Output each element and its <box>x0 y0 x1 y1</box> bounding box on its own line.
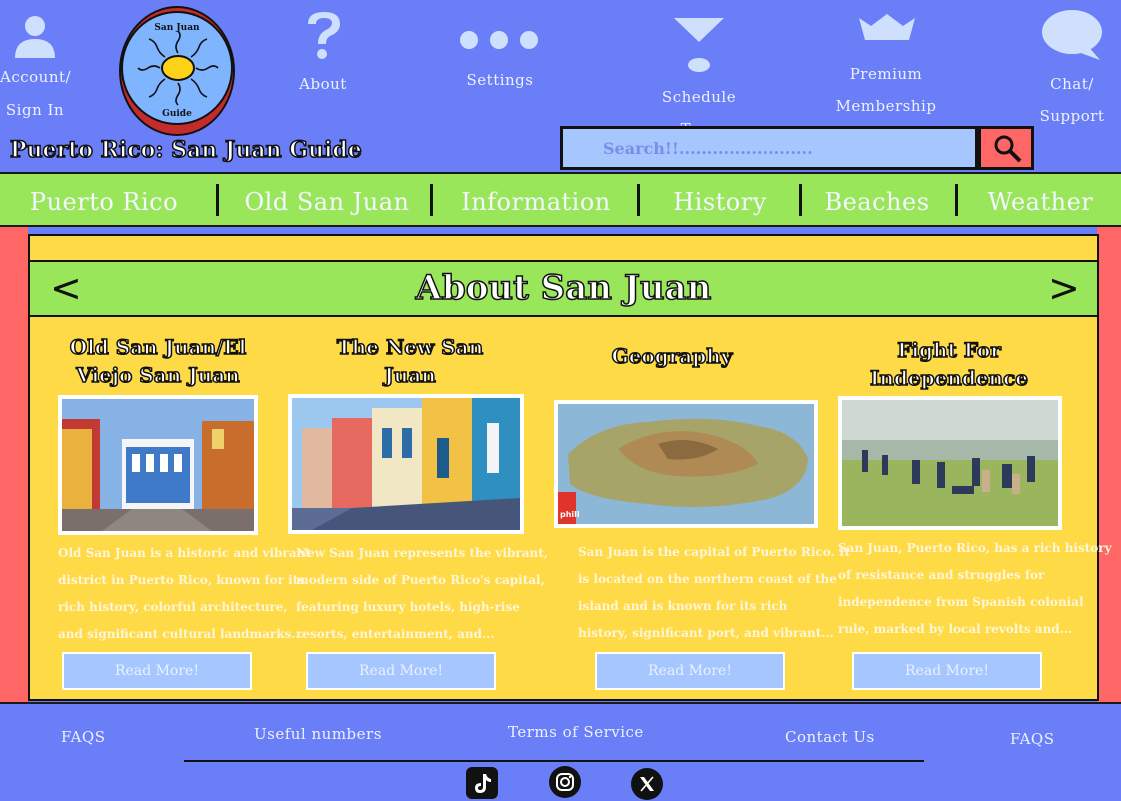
right-side-strip <box>1097 227 1121 702</box>
premium-membership-button[interactable]: Premium Membership <box>830 12 942 122</box>
read-more-button[interactable]: Read More! <box>306 652 496 690</box>
tiktok-icon <box>475 774 491 793</box>
footer-faqs-left[interactable]: FAQS <box>61 728 106 746</box>
instagram-link[interactable] <box>549 766 581 798</box>
account-label-line1: Account/ <box>0 68 72 86</box>
tiktok-link[interactable] <box>466 767 498 799</box>
search-button[interactable] <box>978 126 1034 170</box>
footer: FAQS Useful numbers Terms of Service Con… <box>0 702 1121 801</box>
instagram-icon <box>556 773 574 791</box>
carousel-next-arrow[interactable]: > <box>1048 266 1080 310</box>
card-image-old-san-juan[interactable] <box>58 395 258 535</box>
x-link[interactable] <box>631 768 663 800</box>
card-title-line1: Geography <box>611 343 733 369</box>
site-logo[interactable]: San Juan Guide <box>118 5 236 137</box>
settings-label: Settings <box>466 71 534 89</box>
chat-support-button[interactable]: Chat/ Support <box>1036 8 1108 134</box>
card-description-line: New San Juan represents the vibrant, <box>296 546 548 560</box>
chat-label-line1: Chat/ <box>1050 75 1094 93</box>
relief-map-image <box>558 404 814 524</box>
card-title-line1: Old San Juan/El <box>69 334 247 360</box>
card-description-line: history, significant port, and vibrant..… <box>578 626 834 640</box>
card-image-new-san-juan[interactable] <box>288 394 524 534</box>
logo-text-bottom: Guide <box>162 109 192 119</box>
card-title-line2: Juan <box>383 362 436 388</box>
search-field[interactable]: Search!!........................ <box>560 126 978 170</box>
card-description-line: is located on the northern coast of the <box>578 572 837 586</box>
dots-icon <box>460 31 538 49</box>
menu-item-information[interactable]: Information <box>434 174 638 229</box>
crown-icon <box>859 14 915 40</box>
colonial-street-image <box>62 399 254 531</box>
read-more-button[interactable]: Read More! <box>852 652 1042 690</box>
battle-painting-image <box>842 400 1058 526</box>
carousel-banner: < About San Juan > <box>28 260 1099 317</box>
card-title-line2: Independence <box>869 365 1029 391</box>
card-title-line1: The New San <box>336 334 484 360</box>
section-title: About San Juan <box>415 267 712 309</box>
premium-label-line1: Premium <box>849 65 923 83</box>
map-badge: phill <box>560 510 580 519</box>
footer-useful-numbers[interactable]: Useful numbers <box>254 725 382 743</box>
menu-item-history[interactable]: History <box>640 174 800 229</box>
left-side-strip <box>0 227 28 702</box>
footer-terms-of-service[interactable]: Terms of Service <box>508 723 644 741</box>
logo-text-top: San Juan <box>154 23 200 33</box>
card-description-line: resorts, entertainment, and... <box>296 627 495 641</box>
menu-divider <box>216 184 219 216</box>
card-description-line: San Juan, Puerto Rico, has a rich histor… <box>838 541 1112 555</box>
card-image-battle[interactable] <box>838 396 1062 530</box>
read-more-button[interactable]: Read More! <box>62 652 252 690</box>
question-icon <box>308 12 340 59</box>
card-description-line: of resistance and struggles for <box>838 568 1045 582</box>
menu-divider <box>430 184 433 216</box>
site-title: Puerto Rico: San Juan Guide <box>9 136 362 164</box>
card-description-line: Old San Juan is a historic and vibrant <box>58 546 311 560</box>
card-description-line: independence from Spanish colonial <box>838 595 1084 609</box>
footer-faqs-right[interactable]: FAQS <box>1010 730 1055 748</box>
card-description-line: featuring luxury hotels, high-rise <box>296 600 520 614</box>
menu-item-old-san-juan[interactable]: Old San Juan <box>222 174 432 229</box>
about-label: About <box>299 75 347 93</box>
card-description-line: rich history, colorful architecture, <box>58 600 288 614</box>
search-input[interactable]: Search!!........................ <box>603 139 813 158</box>
footer-divider <box>184 760 924 762</box>
card-description-line: San Juan is the capital of Puerto Rico. … <box>578 545 850 559</box>
menu-item-puerto-rico[interactable]: Puerto Rico <box>0 174 208 229</box>
card-description-line: modern side of Puerto Rico's capital, <box>296 573 545 587</box>
read-more-button[interactable]: Read More! <box>595 652 785 690</box>
card-description-line: and significant cultural landmarks... <box>58 627 304 641</box>
card-description-line: rule, marked by local revolts and... <box>838 622 1073 636</box>
about-button[interactable]: About <box>290 10 356 100</box>
street-houses-image <box>292 398 520 530</box>
premium-label-line2: Membership <box>835 97 937 115</box>
header: Account/ Sign In San Juan Guide About Se… <box>0 0 1121 172</box>
user-icon <box>15 16 55 58</box>
card-description-line: district in Puerto Rico, known for its <box>58 573 306 587</box>
card-image-geography-map[interactable]: phill <box>554 400 818 528</box>
account-label-line2: Sign In <box>5 101 65 119</box>
card-description-line: island and is known for its rich <box>578 599 788 613</box>
search-icon <box>994 135 1022 163</box>
account-button[interactable]: Account/ Sign In <box>0 10 72 125</box>
menu-item-beaches[interactable]: Beaches <box>802 174 952 229</box>
main-menu: Puerto Rico Old San Juan Information His… <box>0 172 1121 227</box>
funnel-icon <box>674 18 724 72</box>
chat-bubble-icon <box>1042 10 1102 60</box>
chat-label-line2: Support <box>1039 107 1105 125</box>
settings-button[interactable]: Settings <box>458 28 542 98</box>
menu-divider <box>955 184 958 216</box>
footer-contact-us[interactable]: Contact Us <box>785 728 875 746</box>
x-icon <box>640 776 654 792</box>
card-title-line2: Viejo San Juan <box>76 362 241 388</box>
schedule-tour-button[interactable]: Schedule Tour <box>644 16 754 138</box>
menu-item-weather[interactable]: Weather <box>960 174 1121 229</box>
card-title-line1: Fight For <box>896 337 1001 363</box>
